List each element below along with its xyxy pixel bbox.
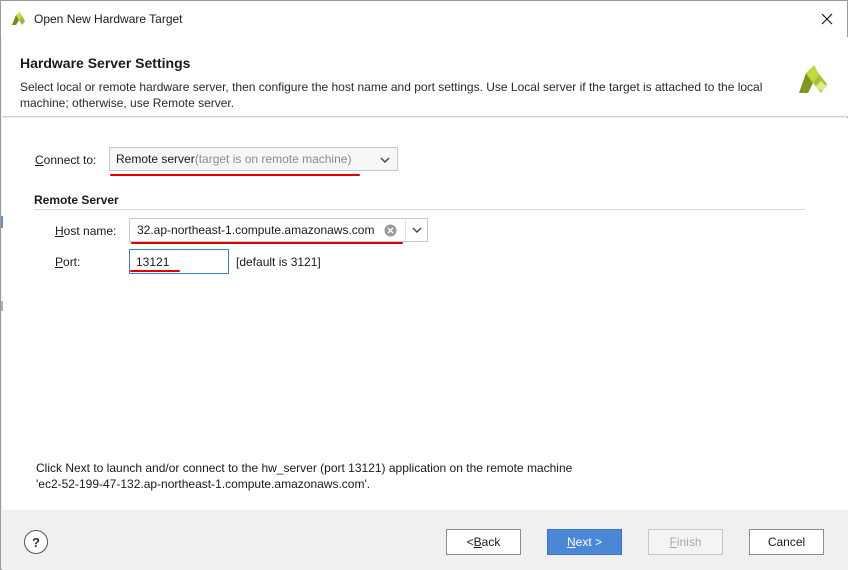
connection-message-line2: 'ec2-52-199-47-132.ap-northeast-1.comput… — [36, 477, 371, 491]
close-icon — [821, 13, 833, 25]
window-title: Open New Hardware Target — [34, 12, 183, 26]
background-window-edge — [1, 301, 3, 311]
background-window-edge — [1, 216, 3, 228]
settings-panel: Connect to: Remote server (target is on … — [2, 118, 848, 510]
host-name-combobox[interactable]: 32.ap-northeast-1.compute.amazonaws.com — [129, 218, 428, 242]
connect-to-label: Connect to: — [35, 153, 97, 167]
port-default-hint: [default is 3121] — [236, 255, 321, 269]
connect-to-selected: Remote server — [116, 152, 195, 166]
clear-icon[interactable] — [384, 224, 397, 237]
chevron-down-icon — [380, 157, 390, 163]
xilinx-logo-icon — [12, 12, 25, 25]
chevron-down-icon — [412, 227, 421, 233]
dialog-window: Open New Hardware Target Hardware Server… — [0, 0, 848, 570]
host-name-dropdown-button[interactable] — [405, 219, 427, 241]
host-name-input[interactable]: 32.ap-northeast-1.compute.amazonaws.com — [137, 223, 374, 237]
finish-button[interactable]: Finish — [648, 529, 723, 555]
connect-to-hint: (target is on remote machine) — [194, 152, 352, 166]
annotation-underline — [131, 242, 403, 244]
port-label: Port: — [55, 255, 81, 269]
button-bar: ? < Back Next > Finish Cancel — [2, 510, 848, 570]
next-button[interactable]: Next > — [547, 529, 622, 555]
annotation-underline — [110, 174, 360, 176]
help-button[interactable]: ? — [24, 530, 48, 554]
remote-server-section-title: Remote Server — [34, 193, 119, 207]
host-name-label: Host name: — [55, 224, 117, 238]
connection-message-line1: Click Next to launch and/or connect to t… — [36, 461, 573, 475]
annotation-underline — [130, 270, 180, 272]
connection-message: Click Next to launch and/or connect to t… — [36, 460, 736, 492]
connect-to-dropdown[interactable]: Remote server (target is on remote machi… — [109, 147, 398, 171]
back-button[interactable]: < Back — [446, 529, 521, 555]
cancel-button[interactable]: Cancel — [749, 529, 824, 555]
page-title: Hardware Server Settings — [20, 55, 191, 71]
title-bar: Open New Hardware Target — [1, 1, 847, 37]
close-button[interactable] — [807, 1, 847, 37]
page-description: Select local or remote hardware server, … — [20, 80, 763, 110]
header-panel: Hardware Server Settings Select local or… — [2, 37, 848, 117]
xilinx-logo-icon — [799, 65, 827, 93]
section-divider — [34, 209, 805, 210]
